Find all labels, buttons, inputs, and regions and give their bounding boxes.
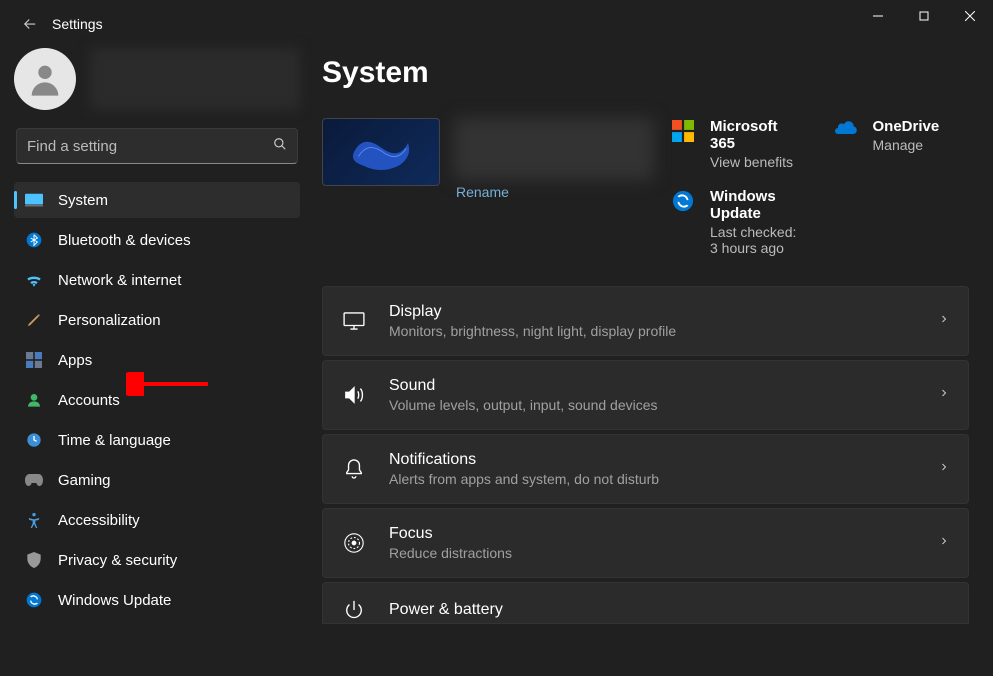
page-title: System (322, 56, 969, 90)
chevron-right-icon (938, 534, 950, 552)
row-title: Power & battery (389, 601, 950, 619)
nav-item-personalization[interactable]: Personalization (14, 302, 300, 338)
display-icon (341, 308, 367, 334)
device-info-redacted (454, 118, 654, 180)
sidebar: System Bluetooth & devices Network & int… (0, 48, 310, 676)
onedrive-icon (835, 120, 859, 144)
chevron-right-icon (938, 386, 950, 404)
search-input[interactable] (27, 138, 273, 155)
sound-icon (341, 382, 367, 408)
row-notifications[interactable]: Notifications Alerts from apps and syste… (322, 434, 969, 504)
profile-area[interactable] (14, 48, 300, 110)
row-title: Sound (389, 377, 938, 395)
nav-item-accessibility[interactable]: Accessibility (14, 502, 300, 538)
row-title: Notifications (389, 451, 938, 469)
tile-onedrive[interactable]: OneDrive Manage (835, 118, 970, 170)
nav-item-time[interactable]: Time & language (14, 422, 300, 458)
minimize-button[interactable] (855, 0, 901, 32)
header-tiles: Microsoft 365 View benefits OneDrive Man… (672, 118, 969, 256)
nav-label: Accounts (58, 392, 120, 409)
nav-label: Accessibility (58, 512, 140, 529)
nav-item-privacy[interactable]: Privacy & security (14, 542, 300, 578)
update-icon (24, 590, 44, 610)
profile-info-redacted (90, 48, 300, 110)
accessibility-icon (24, 510, 44, 530)
device-block: Rename (322, 118, 654, 256)
personalization-icon (24, 310, 44, 330)
close-button[interactable] (947, 0, 993, 32)
search-box[interactable] (16, 128, 298, 164)
focus-icon (341, 530, 367, 556)
time-icon (24, 430, 44, 450)
tile-windows-update[interactable]: Windows Update Last checked: 3 hours ago (672, 188, 807, 256)
accounts-icon (24, 390, 44, 410)
row-sound[interactable]: Sound Volume levels, output, input, soun… (322, 360, 969, 430)
network-icon (24, 270, 44, 290)
row-sub: Volume levels, output, input, sound devi… (389, 397, 938, 413)
nav-label: Personalization (58, 312, 161, 329)
nav-label: Bluetooth & devices (58, 232, 191, 249)
maximize-button[interactable] (901, 0, 947, 32)
app-title: Settings (52, 16, 855, 32)
row-display[interactable]: Display Monitors, brightness, night ligh… (322, 286, 969, 356)
row-focus[interactable]: Focus Reduce distractions (322, 508, 969, 578)
nav-item-network[interactable]: Network & internet (14, 262, 300, 298)
nav-item-update[interactable]: Windows Update (14, 582, 300, 618)
tile-title: Microsoft 365 (710, 118, 807, 152)
power-icon (341, 597, 367, 623)
row-power[interactable]: Power & battery (322, 582, 969, 624)
nav-label: Network & internet (58, 272, 181, 289)
tile-sub: View benefits (710, 154, 807, 170)
back-button[interactable] (18, 12, 42, 36)
nav-list: System Bluetooth & devices Network & int… (14, 182, 300, 618)
rename-link[interactable]: Rename (456, 184, 654, 200)
tile-sub: Last checked: 3 hours ago (710, 224, 807, 256)
system-icon (24, 190, 44, 210)
caption-buttons (855, 0, 993, 48)
notifications-icon (341, 456, 367, 482)
tile-title: OneDrive (873, 118, 940, 135)
tile-sub: Manage (873, 137, 940, 153)
tile-microsoft365[interactable]: Microsoft 365 View benefits (672, 118, 807, 170)
apps-icon (24, 350, 44, 370)
microsoft365-icon (672, 120, 696, 144)
search-icon (273, 137, 287, 156)
nav-label: Apps (58, 352, 92, 369)
system-header: Rename Microsoft 365 View benefits (322, 118, 969, 256)
gaming-icon (24, 470, 44, 490)
nav-item-accounts[interactable]: Accounts (14, 382, 300, 418)
nav-label: Windows Update (58, 592, 171, 609)
settings-list: Display Monitors, brightness, night ligh… (322, 286, 969, 624)
bluetooth-icon (24, 230, 44, 250)
titlebar: Settings (0, 0, 993, 48)
avatar (14, 48, 76, 110)
chevron-right-icon (938, 460, 950, 478)
row-title: Focus (389, 525, 938, 543)
nav-item-apps[interactable]: Apps (14, 342, 300, 378)
windows-update-icon (672, 190, 696, 214)
device-picture (322, 118, 440, 186)
row-sub: Alerts from apps and system, do not dist… (389, 471, 938, 487)
row-title: Display (389, 303, 938, 321)
nav-label: Privacy & security (58, 552, 177, 569)
main-content: System Rename (310, 48, 993, 676)
chevron-right-icon (938, 312, 950, 330)
nav-item-bluetooth[interactable]: Bluetooth & devices (14, 222, 300, 258)
privacy-icon (24, 550, 44, 570)
row-sub: Monitors, brightness, night light, displ… (389, 323, 938, 339)
nav-label: System (58, 192, 108, 209)
nav-item-system[interactable]: System (14, 182, 300, 218)
tile-title: Windows Update (710, 188, 807, 222)
row-sub: Reduce distractions (389, 545, 938, 561)
nav-label: Gaming (58, 472, 111, 489)
nav-label: Time & language (58, 432, 171, 449)
nav-item-gaming[interactable]: Gaming (14, 462, 300, 498)
